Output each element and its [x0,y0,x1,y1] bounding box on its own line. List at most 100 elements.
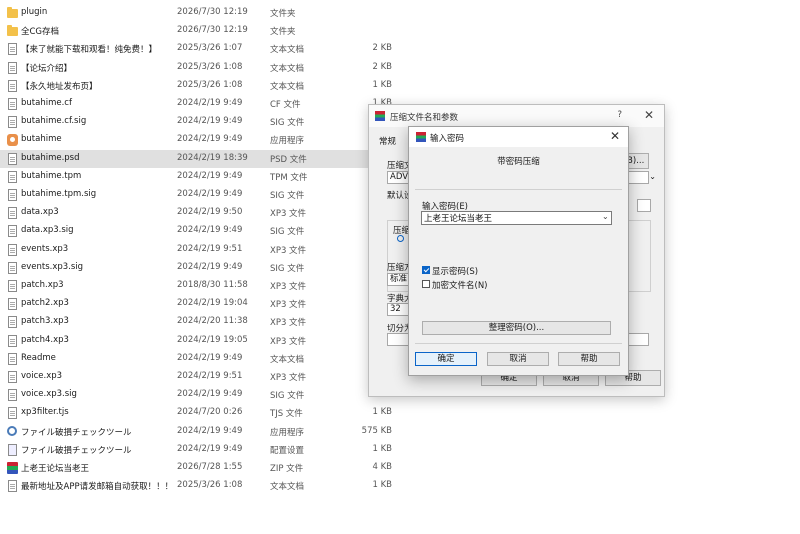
file-name: 【永久地址发布页】 [21,81,98,92]
divider [415,343,622,344]
file-type: SIG 文件 [270,118,305,129]
file-type: 文本文档 [270,45,305,56]
file-size: 1 KB [372,480,392,491]
file-row[interactable]: 上老王论坛当老王 2026/7/28 1:55 ZIP 文件 4 KB [0,459,410,477]
file-name: plugin [21,7,48,17]
password-help-button[interactable]: 帮助 [558,352,620,366]
file-name: butahime [21,134,62,145]
file-type: XP3 文件 [270,282,307,292]
help-icon[interactable]: ? [617,110,622,120]
file-row[interactable]: 【论坛介绍】 2025/3/26 1:08 文本文档 2 KB [0,59,410,77]
file-name: 上老王论坛当老王 [21,464,90,474]
file-row[interactable]: 全CG存档 2026/7/30 12:19 文件夹 [0,22,410,40]
password-cancel-button[interactable]: 取消 [487,352,549,366]
file-date: 2024/2/19 9:49 [177,443,243,454]
file-name: butahime.tpm.sig [21,189,97,199]
file-date: 2024/2/19 9:51 [177,243,243,254]
file-row[interactable]: ファイル破損チェックツール 2024/2/19 9:49 配置设置 1 KB [0,441,410,459]
file-row[interactable]: butahime.tpm.sig 2024/2/19 9:49 SIG 文件 [0,186,410,204]
archive-dialog-title: 压缩文件名和参数 [390,113,459,123]
file-row[interactable]: butahime.psd2024/2/19 18:39PSD 文件2 [0,149,410,168]
file-row[interactable]: events.xp32024/2/19 9:51XP3 文件145,9 [0,241,410,259]
winrar-icon [375,111,385,121]
file-row[interactable]: patch.xp3 2018/8/30 11:58 XP3 文件 [0,277,410,295]
tab-general[interactable]: 常规 [379,135,396,147]
file-row[interactable]: butahime.cf.sig2024/2/19 9:49SIG 文件1 KB [0,113,410,131]
file-row[interactable]: ファイル破損チェックツール 2024/2/19 9:49 应用程序 575 KB [0,423,410,441]
password-dialog-title: 输入密码 [430,134,465,144]
profile-dropdown[interactable] [637,199,651,212]
file-row[interactable]: voice.xp32024/2/19 9:51XP3 文件276,3 [0,368,410,386]
file-row[interactable]: xp3filter.tjs 2024/7/20 0:26 TJS 文件 1 KB [0,404,410,422]
file-date: 2024/2/19 9:49 [177,98,243,108]
show-password-label: 显示密码(S) [432,267,479,277]
password-ok-button[interactable]: 确定 [415,352,477,366]
file-date: 2024/2/19 9:49 [177,134,243,145]
file-row[interactable]: data.xp32024/2/19 9:50XP3 文件111,6 [0,204,410,222]
file-row[interactable]: Readme 2024/2/19 9:49 文本文档 [0,350,410,368]
file-name: patch3.xp3 [21,316,69,327]
file-type: XP3 文件 [270,373,307,383]
file-type: SIG 文件 [270,191,305,201]
zip-icon [7,462,18,474]
close-icon[interactable]: ✕ [644,108,654,122]
close-icon[interactable]: ✕ [610,129,620,143]
chevron-down-icon[interactable]: ⌄ [649,172,656,181]
file-size: 575 KB [361,425,392,436]
file-date: 2024/2/19 19:05 [177,334,248,345]
folder-icon [7,25,18,37]
file-row[interactable]: 最新地址及APP请发邮箱自动获取！！！ 2025/3/26 1:08 文本文档 1 K… [0,477,410,495]
compression-method-value: 标准 [390,274,408,284]
document-icon [8,207,17,220]
file-type: 文本文档 [270,63,305,74]
file-name: patch.xp3 [21,280,64,290]
file-row[interactable]: butahime2024/2/19 9:49应用程序3,3 [0,131,410,149]
file-row[interactable]: 【来了就能下载和观看！纯免费！】 2025/3/26 1:07 文本文档 2 KB [0,40,410,58]
file-date: 2024/2/19 18:39 [177,152,248,163]
checkbox-checked-icon[interactable] [422,266,430,274]
file-row[interactable]: events.xp3.sig 2024/2/19 9:49 SIG 文件 [0,259,410,277]
file-type: PSD 文件 [270,154,307,165]
file-date: 2024/2/19 9:51 [177,371,243,381]
file-date: 2024/2/19 19:04 [177,298,248,309]
file-name: butahime.psd [21,152,80,163]
chevron-down-icon[interactable]: ⌄ [602,212,609,221]
organize-passwords-button[interactable]: 整理密码(O)... [422,321,611,335]
document-icon [8,189,17,201]
rar-format-radio[interactable] [397,235,404,242]
file-name: patch2.xp3 [21,298,69,309]
file-date: 2024/2/19 9:49 [177,225,243,236]
document-icon [8,280,17,292]
file-row[interactable]: plugin 2026/7/30 12:19 文件夹 [0,4,410,22]
file-name: Readme [21,352,56,363]
file-type: XP3 文件 [270,336,307,347]
file-row[interactable]: patch2.xp32024/2/19 19:04XP3 文件2 [0,295,410,313]
file-row[interactable]: 【永久地址发布页】 2025/3/26 1:08 文本文档 1 KB [0,77,410,95]
file-type: XP3 文件 [270,300,307,311]
file-row[interactable]: data.xp3.sig 2024/2/19 9:49 SIG 文件 [0,222,410,240]
file-row[interactable]: butahime.tpm 2024/2/19 9:49 TPM 文件 [0,168,410,186]
file-row[interactable]: patch4.xp32024/2/19 19:05XP3 文件33,7 [0,332,410,350]
document-icon [8,352,17,365]
file-date: 2025/3/26 1:08 [177,61,243,72]
file-type: SIG 文件 [270,227,305,238]
file-date: 2024/2/19 9:49 [177,425,243,436]
file-size: 1 KB [372,443,392,454]
file-row[interactable]: patch3.xp32024/2/20 11:38XP3 文件3 [0,313,410,331]
file-name: 全CG存档 [21,27,60,38]
folder-icon [7,7,18,18]
file-type: ZIP 文件 [270,464,304,474]
file-row[interactable]: voice.xp3.sig2024/2/19 9:49SIG 文件1 KB [0,386,410,404]
file-name: ファイル破損チェックツール [21,427,132,438]
file-name: voice.xp3.sig [21,389,77,400]
file-type: 应用程序 [270,427,305,438]
checkbox-unchecked-icon[interactable] [422,280,430,288]
document-icon [8,116,17,129]
app-icon [7,134,18,147]
password-input[interactable] [421,211,612,225]
document-icon [8,298,17,311]
file-date: 2024/2/20 11:38 [177,316,248,327]
file-row[interactable]: butahime.cf 2024/2/19 9:49 CF 文件 1 KB [0,95,410,113]
archive-dialog-titlebar: 压缩文件名和参数 ? ✕ [369,105,664,127]
file-date: 2025/3/26 1:08 [177,480,243,491]
